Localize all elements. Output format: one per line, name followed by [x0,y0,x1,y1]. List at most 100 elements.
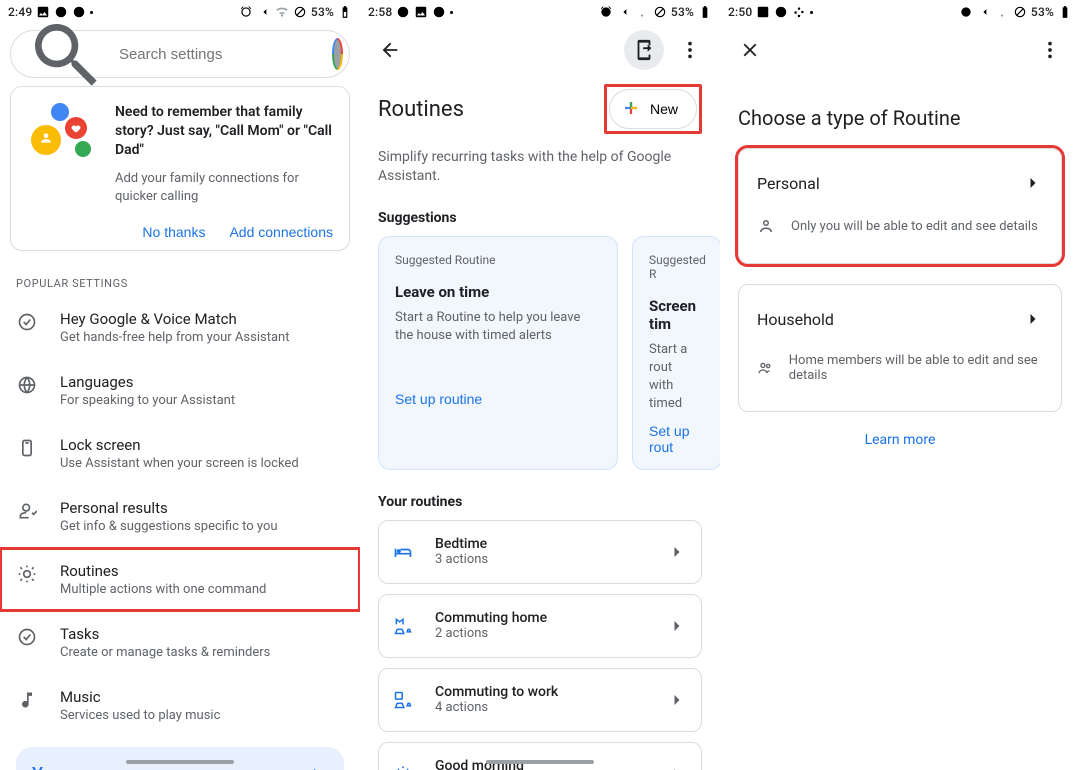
slack-icon [792,5,806,19]
appbar [360,24,720,76]
suggestion-card[interactable]: Suggested Routine Leave on time Start a … [378,236,618,470]
image-icon [756,5,770,19]
search-icon [25,14,105,94]
bed-icon [393,542,413,562]
battery-percent: 53% [311,5,334,19]
setting-personal-results[interactable]: Personal resultsGet info & suggestions s… [0,485,360,548]
routine-type-household[interactable]: Household Home members will be able to e… [738,284,1062,412]
routine-commuting-home[interactable]: Commuting home2 actions [378,594,702,658]
suggestions-row[interactable]: Suggested Routine Leave on time Start a … [360,236,720,470]
no-thanks-button[interactable]: No thanks [142,224,205,240]
more-notifications-icon [450,11,453,14]
sun-icon [393,764,413,770]
overflow-button[interactable] [670,30,710,70]
image-icon [414,5,428,19]
no-data-icon [293,5,307,19]
baseball-icon [774,5,788,19]
search-settings[interactable] [10,30,350,78]
nav-handle[interactable] [126,760,234,764]
you-tab[interactable]: You [16,747,344,770]
status-time: 2:58 [368,5,392,19]
mute-icon [617,5,631,19]
mute-icon [257,5,271,19]
chevron-right-icon [667,616,687,636]
mute-icon [977,5,991,19]
nav-handle[interactable] [486,760,594,764]
more-notifications-icon [810,11,813,14]
battery-icon [1058,5,1072,19]
page-title-row: Routines New [378,84,702,134]
add-connections-button[interactable]: Add connections [229,224,333,240]
status-time: 2:50 [728,5,752,19]
status-bar: 2:58 53% [360,0,720,24]
screen-choose-routine-type: 2:50 53% Choose a type of Routine Person… [720,0,1080,770]
battery-icon [338,5,352,19]
shortcut-button[interactable] [624,30,664,70]
plus-google-icon [622,99,640,120]
alarm-icon [599,5,613,19]
search-input[interactable] [119,46,318,63]
screen-assistant-settings: 2:49 53% Need t [0,0,360,770]
family-connections-card: Need to remember that family story? Just… [10,86,350,251]
setting-routines[interactable]: RoutinesMultiple actions with one comman… [0,548,360,611]
routines-title: Routines [378,97,464,122]
check-circle-icon [17,312,37,332]
person-icon [757,217,775,235]
people-icon [757,359,773,377]
battery-percent: 53% [1031,5,1054,19]
routine-type-personal[interactable]: Personal Only you will be able to edit a… [738,148,1062,264]
battery-icon [698,5,712,19]
routines-icon [17,564,37,584]
routines-subtitle: Simplify recurring tasks with the help o… [378,148,702,186]
globe-icon [17,375,37,395]
setting-languages[interactable]: LanguagesFor speaking to your Assistant [0,359,360,422]
account-avatar[interactable] [332,38,343,70]
status-bar: 2:50 53% [720,0,1080,24]
setting-voice-match[interactable]: Hey Google & Voice MatchGet hands-free h… [0,296,360,359]
overflow-button[interactable] [1030,30,1070,70]
tasks-icon [17,627,37,647]
chevron-right-icon [1023,309,1043,329]
wifi-icon [635,5,649,19]
back-arrow-icon [379,39,401,61]
suggestion-card[interactable]: Suggested R Screen tim Start a rout with… [632,236,720,470]
commute-home-icon [393,616,413,636]
no-data-icon [1013,5,1027,19]
family-card-subtitle: Add your family connections for quicker … [115,170,333,206]
music-note-icon [17,690,37,710]
learn-more-link[interactable]: Learn more [720,432,1080,448]
close-icon [739,39,761,61]
setup-routine-button[interactable]: Set up routine [395,391,601,407]
back-button[interactable] [370,30,410,70]
setting-tasks[interactable]: TasksCreate or manage tasks & reminders [0,611,360,674]
phone-icon [17,438,37,458]
more-vert-icon [679,39,701,61]
family-illustration [27,103,99,167]
baseball-icon [432,5,446,19]
setup-routine-button[interactable]: Set up rout [649,423,705,455]
popular-settings-header: POPULAR SETTINGS [16,277,344,290]
suggestions-header: Suggestions [378,210,702,226]
appbar [720,24,1080,76]
routine-commuting-work[interactable]: Commuting to work4 actions [378,668,702,732]
chevron-right-icon [667,690,687,710]
more-vert-icon [1039,39,1061,61]
person-check-icon [17,501,37,521]
add-to-home-icon [633,39,655,61]
choose-type-title: Choose a type of Routine [738,106,1062,130]
battery-percent: 53% [671,5,694,19]
alarm-icon [959,5,973,19]
family-card-title: Need to remember that family story? Just… [115,103,333,160]
chevron-right-icon [306,763,328,770]
chevron-right-icon [1023,173,1043,193]
setting-music[interactable]: MusicServices used to play music [0,674,360,737]
new-routine-button[interactable]: New [609,89,697,129]
setting-lock-screen[interactable]: Lock screenUse Assistant when your scree… [0,422,360,485]
new-highlight-box: New [604,84,702,134]
alarm-icon [239,5,253,19]
messenger-icon [396,5,410,19]
close-button[interactable] [730,30,770,70]
your-routines-header: Your routines [378,494,702,510]
routine-good-morning[interactable]: Good morning4 actions [378,742,702,770]
routine-bedtime[interactable]: Bedtime3 actions [378,520,702,584]
